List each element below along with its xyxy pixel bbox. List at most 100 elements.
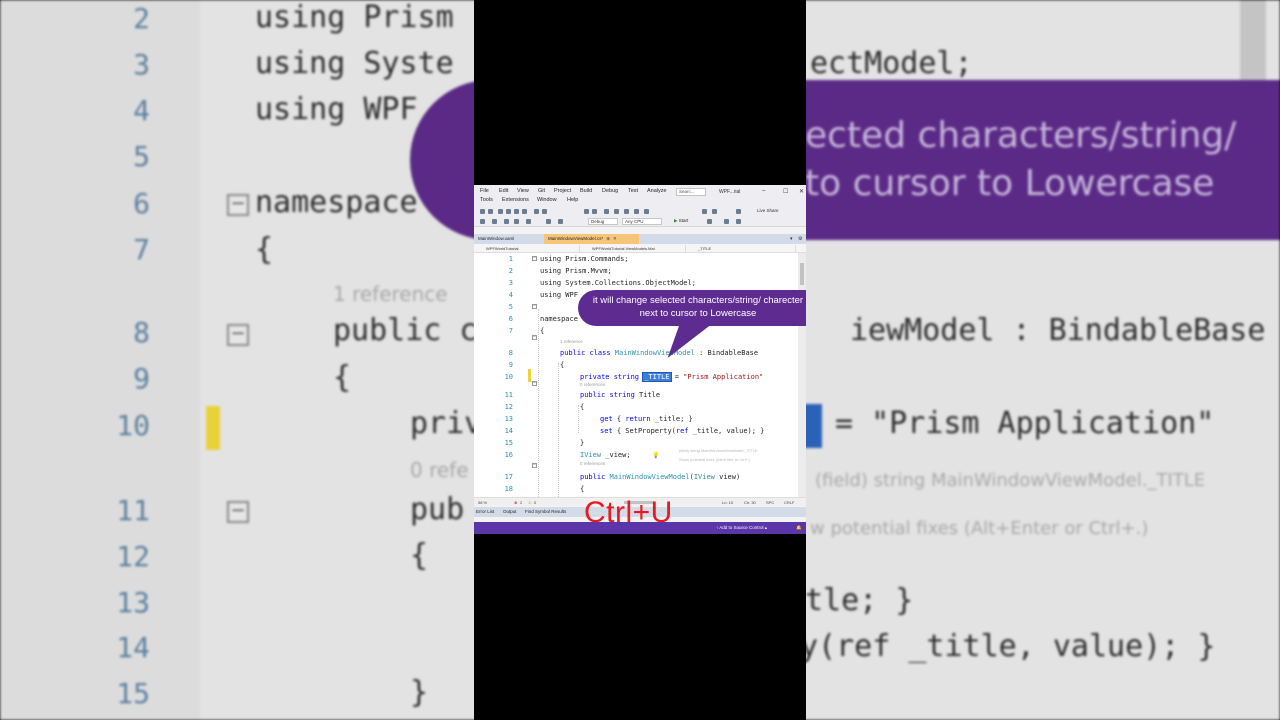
new-file-icon[interactable] [498, 209, 503, 214]
code-type: IView [693, 473, 715, 481]
redo-icon[interactable] [542, 209, 547, 214]
comment-icon[interactable] [614, 209, 619, 214]
live-share-button[interactable]: Live Share [757, 208, 779, 213]
split-icon[interactable] [712, 209, 717, 214]
maximize-icon[interactable]: ☐ [783, 188, 788, 195]
reference-hint[interactable]: 1 reference [560, 339, 583, 344]
bg-line-number: 11 [116, 494, 150, 527]
menu-help[interactable]: Help [567, 197, 578, 203]
save-all-icon[interactable] [522, 209, 527, 214]
forward-icon[interactable] [488, 209, 493, 214]
reference-hint[interactable]: 0 references [580, 382, 605, 387]
tab-overflow-icon[interactable]: ▾ [790, 234, 793, 244]
menu-build[interactable]: Build [580, 188, 592, 194]
nav-back-icon[interactable] [584, 209, 589, 214]
tab-mainwindowviewmodel-cs[interactable]: MainWindowViewModel.cs* ⊕ ✕ [544, 234, 639, 244]
source-control-button[interactable]: ↑ Add to Source Control ▴ [716, 525, 767, 531]
minimize-icon[interactable]: – [762, 188, 765, 194]
open-icon[interactable] [506, 209, 511, 214]
class-dropdown[interactable]: WPFWorldTutorial.ViewModels.Mai [582, 245, 686, 252]
tab-find-symbol-results[interactable]: Find Symbol Results [525, 509, 566, 514]
menu-tools[interactable]: Tools [480, 197, 493, 203]
code-text: IView _view; [580, 449, 631, 461]
menu-analyze[interactable]: Analyze [647, 188, 667, 194]
format-icon[interactable] [634, 209, 639, 214]
scrollbar-thumb[interactable] [800, 263, 804, 285]
menu-test[interactable]: Test [628, 188, 638, 194]
project-dropdown[interactable]: WPFWorldTutorial [476, 245, 580, 252]
line-number: 2 [508, 267, 513, 275]
bg-code-line: { [410, 538, 429, 573]
warning-count[interactable]: 0 [534, 500, 536, 505]
gear-icon[interactable]: ⚙ [798, 234, 802, 244]
tab-label: MainWindow.xaml [478, 236, 515, 241]
bg-quickinfo: w potential fixes (Alt+Enter or Ctrl+.) [810, 518, 1149, 539]
bg-code-line: priv [410, 406, 483, 441]
fold-icon[interactable]: − [532, 463, 537, 468]
error-count[interactable]: 2 [520, 500, 522, 505]
save-icon[interactable] [514, 209, 519, 214]
column-position: Ch: 30 [744, 500, 756, 505]
back-icon[interactable] [480, 209, 485, 214]
pin-icon[interactable]: ⊕ [606, 236, 610, 241]
tab-error-list[interactable]: Error List [476, 509, 494, 514]
solution-icon[interactable] [480, 219, 485, 224]
menu-git[interactable]: Git [538, 188, 545, 194]
zoom-level[interactable]: 58 % [478, 500, 487, 505]
save-all-icon[interactable] [514, 219, 519, 224]
menu-extensions[interactable]: Extensions [502, 197, 529, 203]
menu-project[interactable]: Project [554, 188, 571, 194]
menu-view[interactable]: View [517, 188, 529, 194]
bg-line-number: 2 [133, 2, 150, 35]
bg-reference-hint: 1 reference [333, 282, 448, 306]
attach-icon[interactable] [526, 219, 531, 224]
menu-debug[interactable]: Debug [602, 188, 618, 194]
selected-text[interactable]: _TITLE [642, 372, 672, 382]
bookmark-icon[interactable] [604, 209, 609, 214]
whitespace-mode: SPC [766, 500, 775, 505]
line-number: 6 [508, 315, 513, 323]
tab-output[interactable]: Output [503, 509, 517, 514]
bg-line-number: 10 [116, 409, 150, 442]
close-icon[interactable]: ✕ [799, 188, 804, 195]
save-icon[interactable] [504, 219, 509, 224]
bg-code-line: tle; } [805, 583, 914, 618]
menu-file[interactable]: File [480, 188, 489, 194]
start-button[interactable]: ▶ Start [674, 218, 688, 224]
diagnostics-icon[interactable] [724, 219, 729, 224]
member-dropdown[interactable]: _TITLE [688, 245, 796, 252]
code-rest: _title, value); } [688, 427, 765, 435]
lightbulb-icon[interactable]: 💡 [652, 452, 659, 459]
code-text: get { return _title; } [600, 413, 693, 425]
code-type: IView [580, 451, 602, 459]
code-text: using System.Collections.ObjectModel; [540, 279, 696, 287]
hot-reload-icon[interactable] [707, 219, 712, 224]
code-line: 1 using Prism.Commands; [474, 253, 798, 265]
quick-info-tooltip: (field) string MainWindowViewModel._TITL… [679, 446, 797, 472]
extra-icon[interactable] [736, 219, 741, 224]
nav-forward-icon[interactable] [592, 209, 597, 214]
platform-dropdown[interactable]: Any CPU [622, 218, 662, 225]
menu-window[interactable]: Window [537, 197, 557, 203]
line-number: 16 [504, 451, 513, 459]
configuration-dropdown[interactable]: Debug [588, 218, 618, 225]
search-input[interactable]: Searc... [676, 188, 706, 196]
bg-code-line: = "Prism Application" [835, 406, 1215, 441]
menu-edit[interactable]: Edit [499, 188, 508, 194]
git-icon[interactable] [492, 219, 497, 224]
undo-icon[interactable] [534, 209, 539, 214]
redo-icon[interactable] [558, 219, 563, 224]
settings-icon[interactable] [736, 209, 741, 214]
reference-hint[interactable]: 0 references [580, 461, 605, 466]
tab-mainwindow-xaml[interactable]: MainWindow.xaml [474, 234, 544, 244]
layout-icon[interactable] [702, 209, 707, 214]
code-keyword: public class [560, 349, 615, 357]
quick-info-fixes-link[interactable]: Show potential fixes (Alt+Enter or Ctrl+… [679, 455, 797, 464]
find-icon[interactable] [644, 209, 649, 214]
close-tab-icon[interactable]: ✕ [613, 236, 617, 241]
uncomment-icon[interactable] [624, 209, 629, 214]
line-number: 17 [504, 473, 513, 481]
notification-icon[interactable]: 🔔 [796, 525, 802, 531]
undo-icon[interactable] [546, 219, 551, 224]
code-text: using Prism.Mvvm; [540, 267, 612, 275]
